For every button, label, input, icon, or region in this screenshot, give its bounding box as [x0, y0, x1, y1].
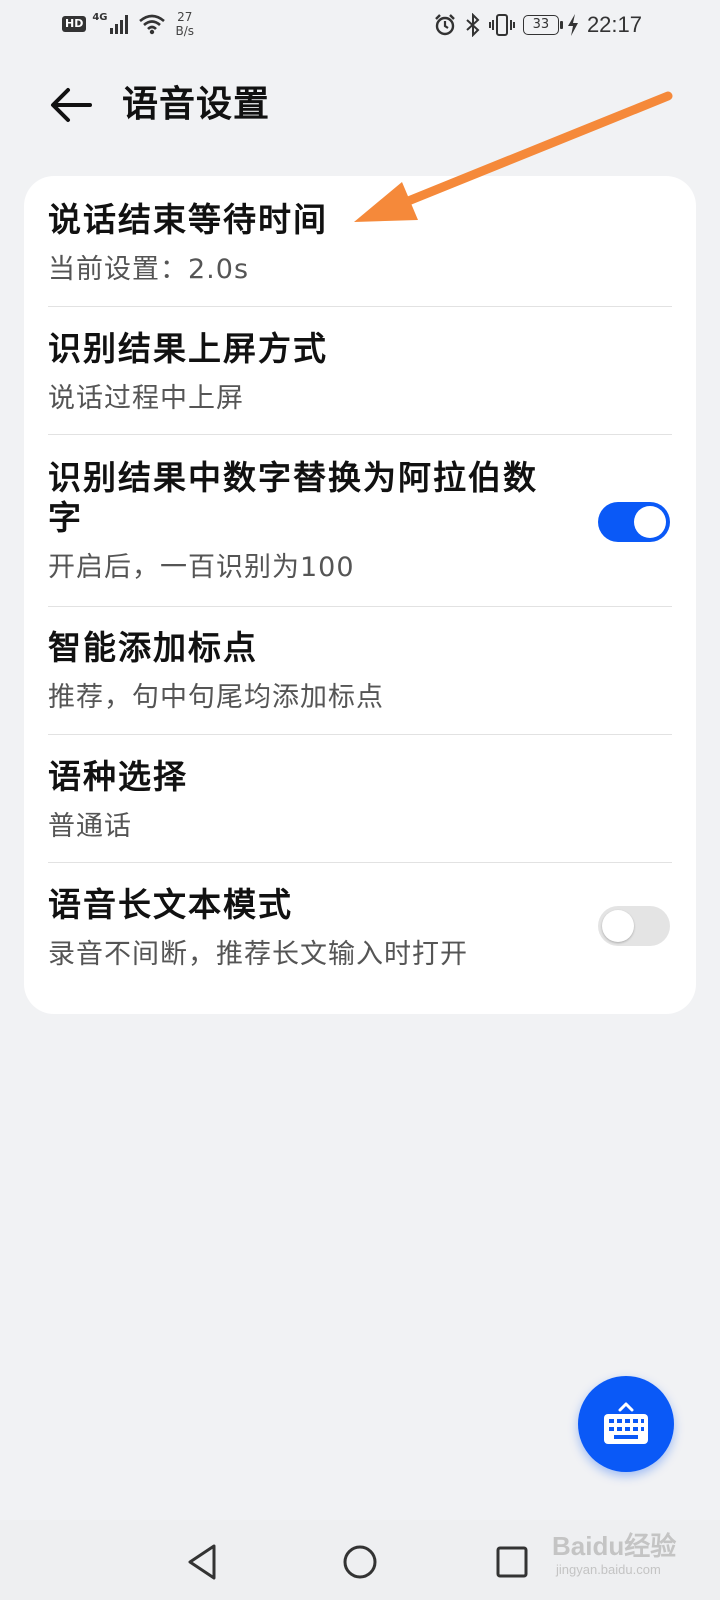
- setting-subtitle: 当前设置：2.0s: [48, 254, 250, 285]
- setting-arabic-numerals[interactable]: 识别结果中数字替换为阿拉伯数 字 开启后，一百识别为100: [48, 458, 672, 586]
- nav-home-button[interactable]: [338, 1540, 382, 1584]
- back-arrow-icon: [51, 88, 92, 122]
- setting-subtitle: 开启后，一百识别为100: [48, 552, 355, 583]
- setting-subtitle: 普通话: [48, 811, 132, 842]
- setting-title-line1: 识别结果中数字替换为阿拉伯数: [48, 458, 538, 497]
- page-title: 语音设置: [122, 84, 271, 125]
- status-time: 22:17: [586, 12, 642, 37]
- speed-value: 27: [177, 10, 193, 24]
- nav-recents-button[interactable]: [490, 1540, 534, 1584]
- hd-badge: HD: [62, 16, 87, 32]
- divider: [48, 306, 672, 307]
- setting-result-display-mode[interactable]: 识别结果上屏方式 说话过程中上屏: [48, 329, 672, 417]
- bluetooth-icon: [466, 13, 480, 37]
- setting-subtitle: 说话过程中上屏: [48, 383, 244, 414]
- toggle-knob: [634, 506, 666, 538]
- setting-subtitle: 录音不间断，推荐长文输入时打开: [48, 939, 468, 970]
- keyboard-icon: [604, 1402, 648, 1444]
- circle-home-icon: [343, 1545, 377, 1579]
- setting-title: 语音长文本模式: [48, 885, 293, 924]
- square-recents-icon: [496, 1546, 528, 1578]
- alarm-icon: [435, 14, 455, 36]
- network-speed: 27 B/s: [176, 10, 195, 38]
- toggle-knob: [602, 910, 634, 942]
- divider: [48, 606, 672, 607]
- wifi-icon: [138, 14, 165, 35]
- vibrate-icon: [488, 14, 515, 36]
- setting-title: 识别结果上屏方式: [48, 329, 328, 368]
- triangle-back-icon: [188, 1544, 216, 1580]
- divider: [48, 734, 672, 735]
- charging-icon: [567, 14, 578, 36]
- speed-unit: B/s: [175, 24, 195, 38]
- divider: [48, 862, 672, 863]
- battery-indicator: 33: [522, 15, 563, 35]
- annotation-arrow-icon: [354, 91, 673, 222]
- nav-back-button[interactable]: [182, 1540, 226, 1584]
- setting-long-text-mode[interactable]: 语音长文本模式 录音不间断，推荐长文输入时打开: [48, 885, 672, 973]
- status-bar-right: 33 22:17: [433, 12, 642, 38]
- setting-title: 语种选择: [48, 757, 188, 796]
- setting-language-selection[interactable]: 语种选择 普通话: [48, 757, 672, 845]
- setting-smart-punctuation[interactable]: 智能添加标点 推荐，句中句尾均添加标点: [48, 628, 672, 716]
- watermark-url: jingyan.baidu.com: [556, 1562, 661, 1577]
- watermark-brand: Baidu经验: [552, 1531, 677, 1561]
- back-button[interactable]: [46, 82, 96, 128]
- status-bar-left: HD 4G 27 B/s: [62, 10, 194, 38]
- setting-subtitle: 推荐，句中句尾均添加标点: [48, 682, 384, 713]
- settings-card: 说话结束等待时间 当前设置：2.0s 识别结果上屏方式 说话过程中上屏 识别结果…: [24, 176, 696, 1014]
- setting-title: 智能添加标点: [48, 628, 258, 667]
- long-text-mode-toggle[interactable]: [598, 906, 670, 946]
- signal-icon: [109, 15, 128, 34]
- network-type: 4G: [92, 11, 108, 23]
- arabic-numerals-toggle[interactable]: [598, 502, 670, 542]
- divider: [48, 434, 672, 435]
- keyboard-fab-button[interactable]: [578, 1376, 674, 1472]
- setting-title-line2: 字: [48, 498, 83, 537]
- baidu-watermark: Baidu经验 jingyan.baidu.com: [552, 1524, 702, 1584]
- status-bar: HD 4G 27 B/s 33 22:17: [0, 0, 720, 52]
